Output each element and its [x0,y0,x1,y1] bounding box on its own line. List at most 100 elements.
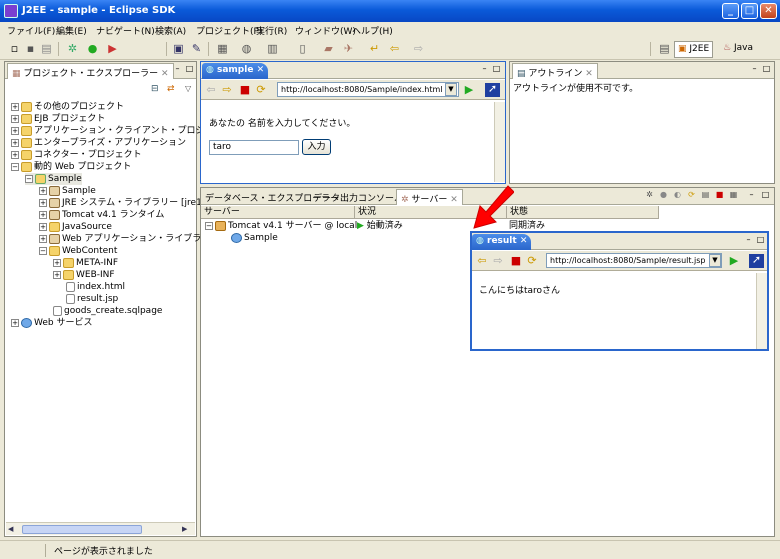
server-icon[interactable]: ▦ [216,42,229,55]
go-icon[interactable]: ▶ [728,255,740,267]
url-field[interactable]: http://localhost:8080/Sample/result.jsp [546,253,722,268]
maximize-button[interactable]: □ [741,3,758,19]
menu-search[interactable]: 検索(A) [155,24,186,37]
back-icon[interactable]: ⇦ [388,42,401,55]
back-icon[interactable]: ⇦ [476,255,488,267]
minimize-panel-icon[interactable]: – [173,65,182,74]
tree-item[interactable]: goods_create.sqlpage [53,305,162,317]
external-tools-icon[interactable]: ▶ [106,42,119,55]
column-header[interactable]: 状態 [507,206,659,219]
scroll-left-icon[interactable]: ◀ [8,525,18,533]
url-field[interactable]: http://localhost:8080/Sample/index.html [277,82,459,97]
tree-item[interactable]: result.jsp [66,293,118,305]
maximize-panel-icon[interactable]: □ [756,236,765,245]
tree-item[interactable]: + その他のプロジェクト [11,101,124,113]
scroll-right-icon[interactable]: ▶ [182,525,192,533]
tree-item[interactable]: + コネクター・プロジェクト [11,149,142,161]
vertical-scrollbar[interactable] [756,273,767,349]
maximize-panel-icon[interactable]: □ [761,191,770,200]
collapse-all-icon[interactable]: ⊟ [151,84,159,94]
maximize-panel-icon[interactable]: □ [762,65,771,74]
tree-item[interactable]: + アプリケーション・クライアント・プロジェクト [11,125,231,137]
open-perspective-icon[interactable]: ▥ [266,42,279,55]
debug-server-icon[interactable]: ✲ [645,191,654,200]
url-dropdown-icon[interactable]: ▼ [709,254,721,267]
refresh-icon[interactable]: ⟳ [526,255,538,267]
menu-file[interactable]: ファイル(F) [7,24,55,37]
menu-help[interactable]: ヘルプ(H) [352,24,393,37]
stop-server-icon[interactable]: ■ [715,191,724,200]
folder-open-icon[interactable]: ▰ [322,42,335,55]
new-icon[interactable]: ▫ [8,42,21,55]
tab-servers[interactable]: ✲ サーバー ✕ [396,189,463,205]
tab-result[interactable]: ◍ result ✕ [472,234,532,250]
new-type-icon[interactable]: ✎ [190,42,203,55]
close-button[interactable]: ✕ [760,3,777,19]
minimize-button[interactable]: _ [722,3,739,19]
tree-item[interactable]: − 動的 Web プロジェクト [11,161,131,173]
link-editor-icon[interactable]: ⇄ [167,84,175,94]
maximize-panel-icon[interactable]: □ [492,65,501,74]
view-menu-icon[interactable]: ▽ [185,84,191,93]
table-row[interactable]: Sample [231,232,278,244]
web-browser-icon[interactable]: ➚ [749,254,764,268]
save-icon[interactable]: ▪ [24,42,37,55]
run-icon[interactable]: ● [86,42,99,55]
go-icon[interactable]: ▶ [463,84,475,96]
print-icon[interactable]: ▤ [40,42,53,55]
tree-item[interactable]: + Sample [39,185,96,197]
scroll-thumb[interactable] [22,525,142,534]
minimize-panel-icon[interactable]: – [480,65,489,74]
horizontal-scrollbar[interactable]: ◀ ▶ [6,522,195,535]
open-file-icon[interactable]: ▯ [296,42,309,55]
menu-navigate[interactable]: ナビゲート(N) [96,24,155,37]
start-server-icon[interactable]: ● [659,191,668,200]
perspective-j2ee[interactable]: ▣ J2EE [674,41,714,58]
debug-icon[interactable]: ✲ [66,42,79,55]
status-fastview-area[interactable] [6,544,46,557]
open-perspective-button-icon[interactable]: ▤ [658,42,671,55]
submit-button[interactable]: 入力 [302,139,331,155]
tree-item[interactable]: + Tomcat v4.1 ランタイム [39,209,164,221]
tree-item[interactable]: + WEB-INF [53,269,115,281]
tree-item[interactable]: − WebContent [39,245,117,257]
stop-icon[interactable]: ■ [239,84,251,96]
tree-item[interactable]: index.html [66,281,125,293]
forward-icon[interactable]: ⇨ [412,42,425,55]
forward-icon[interactable]: ⇨ [492,255,504,267]
pin-icon[interactable]: ✈ [342,42,355,55]
vertical-scrollbar[interactable] [494,102,505,182]
minimize-panel-icon[interactable]: – [744,236,753,245]
maximize-panel-icon[interactable]: □ [185,65,194,74]
minimize-panel-icon[interactable]: – [747,191,756,200]
tab-sample[interactable]: ◍ sample ✕ [202,63,269,79]
forward-icon[interactable]: ⇨ [221,84,233,96]
column-header[interactable]: サーバー [201,206,355,219]
profile-server-icon[interactable]: ◐ [673,191,682,200]
tab-project-explorer[interactable]: ▦ プロジェクト・エクスプローラー ✕ [7,63,174,79]
web-browser-icon[interactable]: ➚ [485,83,500,97]
tree-item[interactable]: + JavaSource [39,221,112,233]
restart-server-icon[interactable]: ⟳ [687,191,696,200]
perspective-java[interactable]: ♨ Java [720,41,756,58]
menu-project[interactable]: プロジェクト(P) [196,24,262,37]
name-input[interactable]: taro [209,140,299,155]
last-edit-icon[interactable]: ↵ [368,42,381,55]
tree-item[interactable]: + JRE システム・ライブラリー [jre1.4.2_ [39,197,224,209]
tree-item[interactable]: + エンタープライズ・アプリケーション [11,137,186,149]
open-type-icon[interactable]: ▣ [172,42,185,55]
tree-item[interactable]: + Web サービス [11,317,92,329]
refresh-icon[interactable]: ⟳ [255,84,267,96]
publish-icon[interactable]: ▤ [701,191,710,200]
tree-item[interactable]: + EJB プロジェクト [11,113,105,125]
tree-item[interactable]: + META-INF [53,257,118,269]
url-dropdown-icon[interactable]: ▼ [445,83,457,96]
disconnect-icon[interactable]: ▦ [729,191,738,200]
menu-window[interactable]: ウィンドウ(W) [295,24,356,37]
tree-item-selected[interactable]: − Sample [25,173,82,185]
back-icon[interactable]: ⇦ [205,84,217,96]
menu-edit[interactable]: 編集(E) [56,24,87,37]
database-icon[interactable]: ◍ [240,42,253,55]
stop-icon[interactable]: ■ [510,255,522,267]
tab-outline[interactable]: ▤ アウトライン ✕ [512,63,598,79]
